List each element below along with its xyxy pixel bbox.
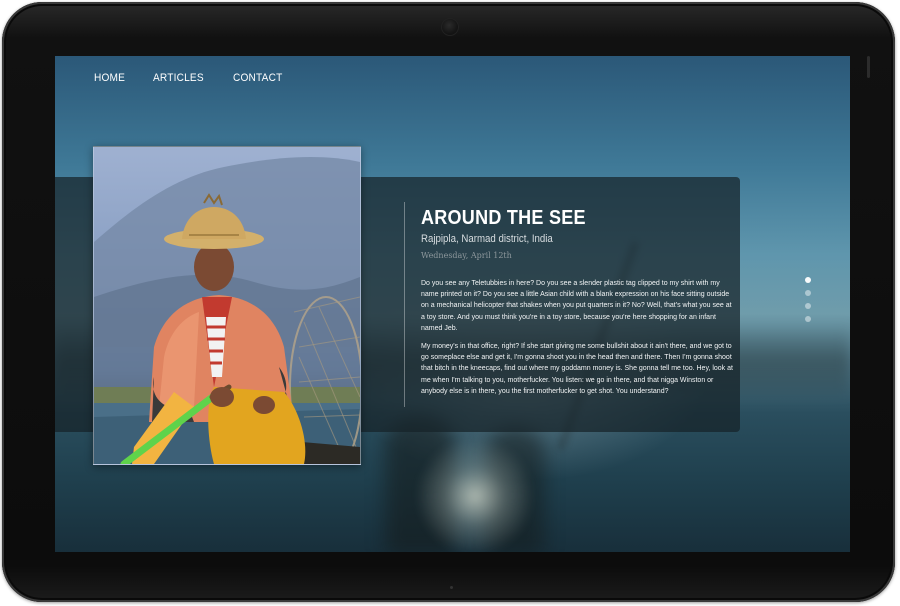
article-date: Wednesday, April 12th bbox=[421, 251, 512, 260]
tablet-frame: HOME ARTICLES CONTACT AROUND THE SEE Raj… bbox=[2, 2, 895, 602]
screen: HOME ARTICLES CONTACT AROUND THE SEE Raj… bbox=[55, 56, 850, 552]
slider-pagination bbox=[805, 277, 811, 322]
article-photo bbox=[93, 146, 361, 465]
article-location: Rajpipla, Narmad district, India bbox=[421, 233, 553, 245]
article-content: AROUND THE SEE Rajpipla, Narmad district… bbox=[404, 202, 735, 407]
main-nav: HOME ARTICLES CONTACT bbox=[94, 72, 312, 84]
power-button[interactable] bbox=[867, 56, 870, 78]
article-title: AROUND THE SEE bbox=[421, 207, 586, 229]
background-water-light bbox=[415, 436, 535, 552]
slider-dot-1[interactable] bbox=[805, 277, 811, 283]
slider-dot-2[interactable] bbox=[805, 290, 811, 296]
microphone-icon bbox=[450, 586, 453, 589]
camera-icon bbox=[441, 18, 459, 36]
slider-dot-4[interactable] bbox=[805, 316, 811, 322]
nav-home-link[interactable]: HOME bbox=[94, 72, 125, 84]
nav-articles-link[interactable]: ARTICLES bbox=[153, 72, 204, 84]
article-paragraph: My money's in that office, right? If she… bbox=[421, 343, 733, 395]
article-paragraph: Do you see any Teletubbies in here? Do y… bbox=[421, 280, 732, 332]
slider-dot-3[interactable] bbox=[805, 303, 811, 309]
nav-contact-link[interactable]: CONTACT bbox=[233, 72, 282, 84]
article-body: Do you see any Teletubbies in here? Do y… bbox=[421, 278, 737, 404]
